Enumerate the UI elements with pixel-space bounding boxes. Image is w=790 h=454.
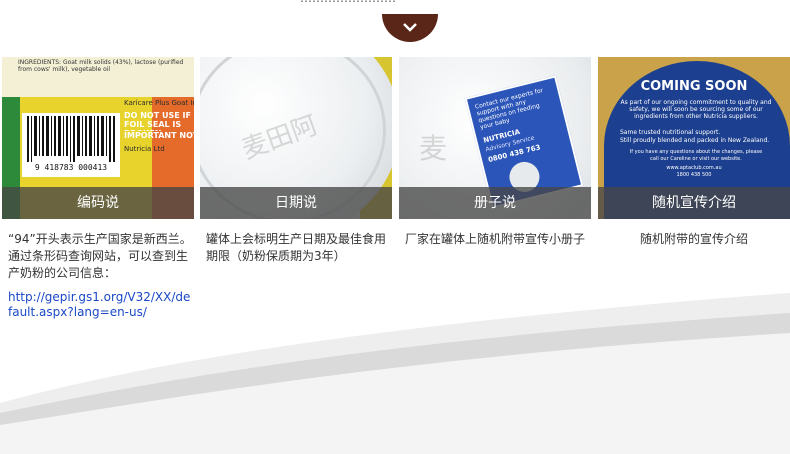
photo-barcode-label: INGREDIENTS: Goat milk solids (43%), lac… (2, 57, 194, 219)
barcode-number: 9 418783 000413 (34, 163, 108, 172)
promo-site: www.aptaclub.com.au (666, 165, 722, 171)
chevron-down-icon (403, 23, 417, 32)
company-text: Nutricia Ltd (124, 145, 165, 153)
card-date: 麦田阿 日期说 罐体上会标明生产日期及最佳食用期限（奶粉保质期为3年） (200, 57, 392, 265)
card-title: 编码说 (2, 187, 194, 219)
photo-can-lid: 麦田阿 日期说 (200, 57, 392, 219)
ingredients-text: INGREDIENTS: Goat milk solids (43%), lac… (18, 59, 184, 73)
promo-phone: 1800 438 500 (676, 172, 712, 178)
promo-bullet-2: Still proudly blended and packed in New … (620, 137, 770, 144)
promo-bullet-1: Same trusted nutritional support. (620, 129, 721, 136)
card-barcode: INGREDIENTS: Goat milk solids (43%), lac… (2, 57, 194, 320)
watermark-text: 麦 (419, 132, 448, 165)
brand-text: Karicare Plus Goat Infant Formula (124, 99, 194, 107)
booklet-text: Contact our experts for support with any… (474, 86, 544, 132)
card-description: 随机附带的宣传介绍 (639, 232, 748, 246)
card-description: 罐体上会标明生产日期及最佳食用期限（奶粉保质期为3年） (206, 232, 387, 263)
card-description: “94”开头表示生产国家是新西兰。通过条形码查询网站，可以查到生产奶粉的公司信息… (8, 232, 192, 280)
promo-body: As part of our ongoing commitment to qua… (620, 99, 772, 120)
card-title: 随机宣传介绍 (598, 187, 790, 219)
promo-headline: COMING SOON (640, 79, 748, 94)
card-promo: COMING SOON As part of our ongoing commi… (598, 57, 790, 248)
section-badge (382, 14, 438, 42)
decorative-wave (0, 293, 790, 454)
warning-text: DO NOT USE IF FOIL SEAL IS BROKEN (124, 111, 191, 131)
card-title: 册子说 (399, 187, 591, 219)
barcode-box: 9 418783 000413 (22, 113, 120, 177)
header-partial-text: …………………… (300, 0, 540, 3)
photo-promo-label: COMING SOON As part of our ongoing commi… (598, 57, 790, 219)
notice-text: IMPORTANT NOTICE (124, 131, 194, 140)
card-title: 日期说 (200, 187, 392, 219)
barcode-icon (27, 116, 115, 162)
card-booklet: Contact our experts for support with any… (399, 57, 591, 248)
card-description: 厂家在罐体上随机附带宣传小册子 (405, 232, 586, 246)
photo-booklet: Contact our experts for support with any… (399, 57, 591, 219)
promo-footer: If you have any questions about the chan… (629, 149, 763, 162)
